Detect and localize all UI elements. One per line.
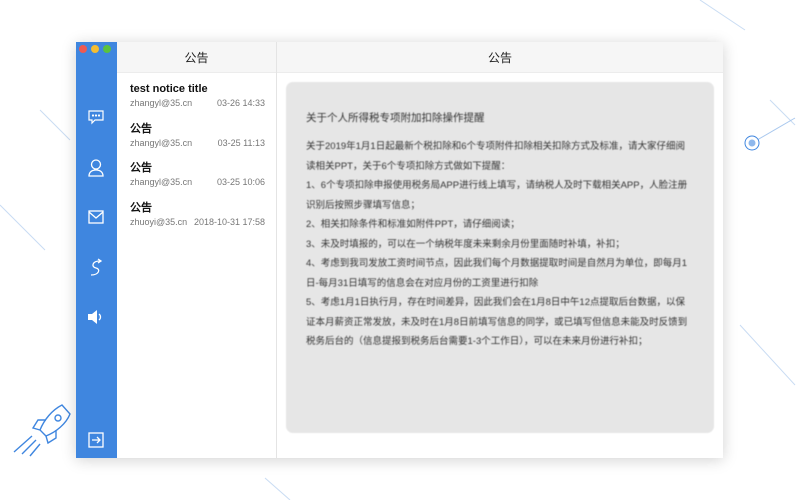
- notice-time: 03-26 14:33: [216, 98, 265, 108]
- notice-time: 03-25 11:13: [217, 137, 265, 148]
- notice-sender: zhangyl@35.cn: [130, 177, 193, 187]
- notice-time: 2018-10-31 17:58: [193, 216, 265, 227]
- mail-icon[interactable]: [86, 207, 106, 227]
- notice-title: 公告: [130, 201, 152, 214]
- notice-paragraph: 3、未及时填报的，可以在一个纳税年度未来剩余月份里面随时补填，补扣；: [306, 238, 625, 250]
- rocket-icon: [13, 404, 71, 457]
- notice-heading: 关于个人所得税专项附加扣除操作提醒: [306, 112, 485, 124]
- list-item[interactable]: 公告 zhuoyi@35.cn 2018-10-31 17:58: [117, 195, 276, 235]
- notice-list: test notice title zhangyl@35.cn 03-26 14:3…: [117, 73, 276, 234]
- maximize-button[interactable]: [103, 45, 111, 53]
- logout-icon[interactable]: [86, 430, 106, 450]
- sidebar: [76, 42, 117, 458]
- notice-list-panel: 公告 test notice title zhangyl@35.cn 03-26 1…: [117, 42, 277, 458]
- chat-icon[interactable]: [86, 107, 106, 127]
- speaker-icon[interactable]: [86, 307, 106, 327]
- notice-time: 03-25 10:06: [216, 177, 265, 187]
- list-title: 公告: [117, 42, 276, 73]
- notice-paragraph: 关于2019年1月1日起最新个税扣除和6个专项附件扣除相关扣除方式及标准，请大家…: [306, 141, 685, 172]
- minimize-button[interactable]: [91, 45, 99, 53]
- app-window: 公告 test notice title zhangyl@35.cn 03-26 1…: [76, 42, 723, 458]
- notice-paragraph: 4、考虑到我司发放工资时间节点，因此我们每个月数据提取时间是自然月为单位，即每月…: [306, 258, 688, 289]
- notice-title: test notice title: [130, 83, 208, 95]
- user-icon[interactable]: [86, 158, 106, 178]
- list-item[interactable]: 公告 zhangyl@35.cn 03-25 10:06: [117, 155, 276, 195]
- notice-sender: zhuoyi@35.cn: [130, 216, 188, 227]
- notice-title: 公告: [130, 122, 152, 135]
- window-controls: [79, 45, 111, 53]
- notice-content: 关于个人所得税专项附加扣除操作提醒 关于2019年1月1日起最新个税扣除和6个专…: [286, 82, 714, 433]
- notice-paragraph: 2、相关扣除条件和标准如附件PPT，请仔细阅读；: [306, 219, 520, 230]
- list-item[interactable]: 公告 zhangyl@35.cn 03-25 11:13: [117, 116, 276, 156]
- notice-detail-panel: 公告 关于个人所得税专项附加扣除操作提醒 关于2019年1月1日起最新个税扣除和…: [277, 42, 723, 458]
- detail-title: 公告: [277, 42, 723, 73]
- notice-paragraph: 1、6个专项扣除申报使用税务局APP进行线上填写，请纳税人及时下载相关APP，人…: [306, 180, 688, 211]
- notice-paragraph: 5、考虑1月1日执行月，存在时间差异，因此我们会在1月8日中午12点提取后台数据…: [306, 297, 688, 347]
- notice-sender: zhangyl@35.cn: [130, 137, 193, 148]
- share-icon[interactable]: [86, 257, 106, 277]
- list-item[interactable]: test notice title zhangyl@35.cn 03-26 14:3…: [117, 76, 276, 116]
- comet-icon: [744, 117, 796, 151]
- notice-title: 公告: [130, 162, 152, 174]
- close-button[interactable]: [79, 45, 87, 53]
- notice-sender: zhangyl@35.cn: [130, 98, 193, 108]
